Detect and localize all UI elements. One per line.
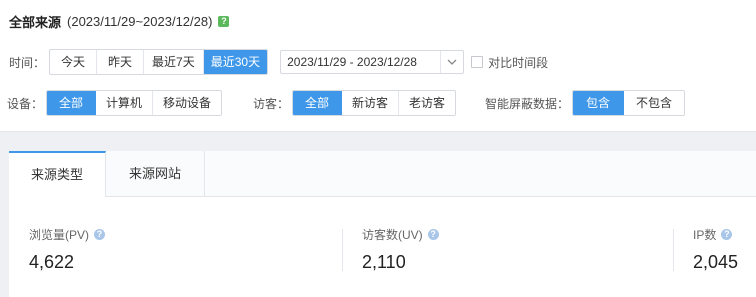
device-option-mobile[interactable]: 移动设备	[153, 91, 221, 115]
time-option-today[interactable]: 今天	[50, 50, 98, 74]
date-range-picker[interactable]: 2023/11/29 - 2023/12/28	[280, 50, 465, 74]
metric-pv: 浏览量(PV) ? 4,622	[29, 226, 106, 273]
smart-option-include[interactable]: 包含	[573, 91, 625, 115]
visitor-option-returning[interactable]: 老访客	[399, 91, 455, 115]
visitor-filter-row: 访客： 全部 新访客 老访客	[253, 90, 457, 116]
date-range-caption: (2023/11/29~2023/12/28)	[67, 13, 213, 29]
metric-ip: IP数 ? 2,045	[693, 226, 738, 273]
metric-uv: 访客数(UV) ? 2,110	[362, 226, 439, 273]
help-icon[interactable]: ?	[721, 229, 733, 240]
device-filter-row: 设备： 全部 计算机 移动设备	[7, 90, 223, 116]
metric-uv-label: 访客数(UV)	[362, 228, 423, 242]
help-icon[interactable]: ?	[218, 15, 230, 27]
smart-filter-row: 智能屏蔽数据： 包含 不包含	[485, 90, 686, 116]
metric-pv-value: 4,622	[29, 252, 75, 272]
tab-source-type[interactable]: 来源类型	[9, 151, 106, 197]
time-option-7days[interactable]: 最近7天	[144, 50, 204, 74]
visitor-option-new[interactable]: 新访客	[342, 91, 400, 115]
device-options: 全部 计算机 移动设备	[46, 90, 223, 116]
time-option-30days[interactable]: 最近30天	[203, 50, 268, 74]
smart-option-exclude[interactable]: 不包含	[624, 91, 684, 115]
time-option-yesterday[interactable]: 昨天	[97, 50, 145, 74]
metric-pv-label: 浏览量(PV)	[29, 228, 90, 242]
smart-options: 包含 不包含	[572, 90, 686, 116]
tab-bar: 来源类型 来源网站	[9, 151, 756, 197]
device-option-all[interactable]: 全部	[47, 91, 97, 115]
chevron-down-icon[interactable]	[440, 51, 463, 73]
header: 全部来源 (2023/11/29~2023/12/28) ?	[9, 11, 230, 31]
page-title: 全部来源	[9, 14, 62, 30]
visitor-options: 全部 新访客 老访客	[292, 90, 457, 116]
help-icon[interactable]: ?	[427, 229, 439, 240]
tab-source-site[interactable]: 来源网站	[106, 151, 205, 196]
visitor-filter-label: 访客：	[253, 96, 290, 111]
divider	[673, 229, 674, 271]
date-range-value: 2023/11/29 - 2023/12/28	[287, 55, 417, 69]
metric-ip-value: 2,045	[693, 252, 739, 272]
time-filter-label: 时间：	[9, 55, 46, 70]
device-option-computer[interactable]: 计算机	[96, 91, 154, 115]
smart-filter-label: 智能屏蔽数据：	[485, 96, 570, 111]
metric-ip-label: IP数	[693, 228, 717, 242]
time-options: 今天 昨天 最近7天 最近30天	[49, 49, 269, 75]
visitor-option-all[interactable]: 全部	[293, 91, 343, 115]
metric-uv-value: 2,110	[362, 252, 406, 272]
divider	[342, 229, 343, 271]
compare-checkbox[interactable]	[471, 56, 484, 68]
help-icon[interactable]: ?	[94, 229, 106, 240]
filter-area: 全部来源 (2023/11/29~2023/12/28) ? 时间： 今天 昨天…	[0, 0, 756, 132]
compare-label: 对比时间段	[488, 55, 549, 70]
device-filter-label: 设备：	[7, 96, 44, 111]
time-filter-row: 时间： 今天 昨天 最近7天 最近30天 2023/11/29 - 2023/1…	[9, 49, 548, 75]
metrics-panel: 来源类型 来源网站 浏览量(PV) ? 4,622 访客数(UV) ? 2,11…	[9, 151, 756, 297]
